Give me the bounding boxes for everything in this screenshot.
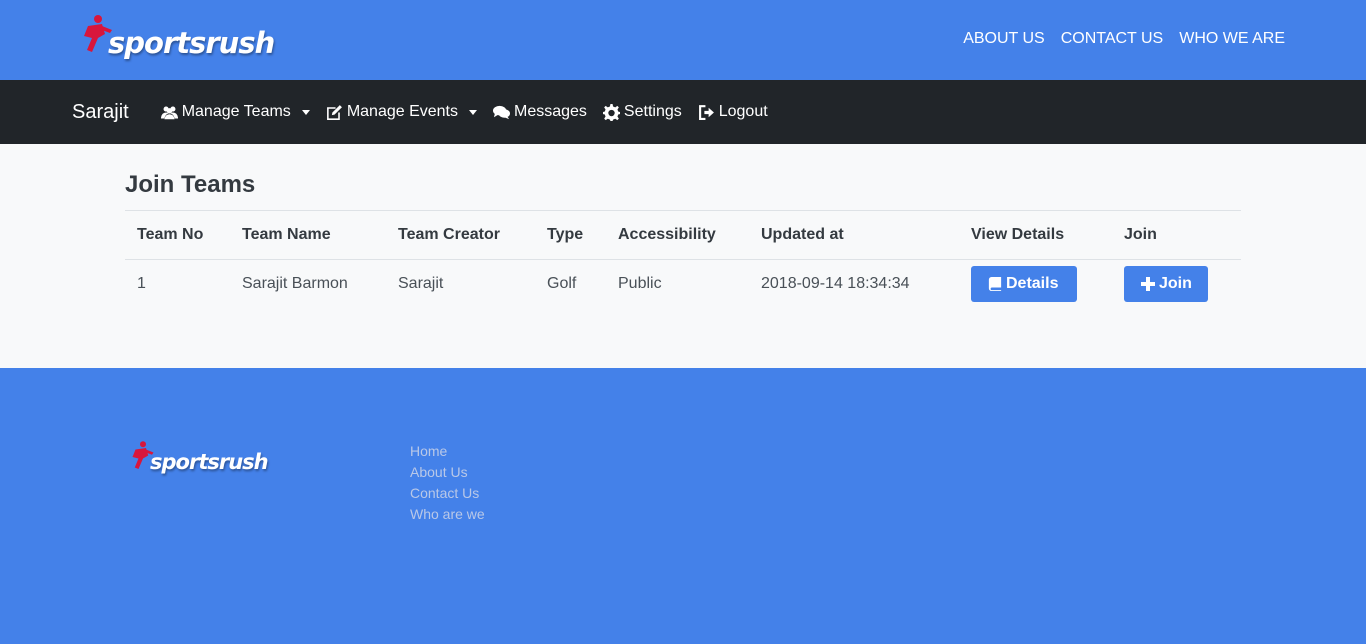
nav-messages[interactable]: Messages xyxy=(493,103,587,121)
footer-logo-wordmark: sportsrush xyxy=(150,450,269,474)
main-content: Join Teams Team No Team Name Team Creato… xyxy=(0,144,1366,368)
gear-icon xyxy=(602,103,620,121)
nav-who-we-are[interactable]: WHO WE ARE xyxy=(1179,30,1285,48)
join-button[interactable]: Join xyxy=(1124,265,1208,302)
table-header-row: Team No Team Name Team Creator Type Acce… xyxy=(125,210,1241,260)
details-button-label: Details xyxy=(1006,274,1059,292)
book-icon xyxy=(988,276,1002,291)
table-row: 1 Sarajit Barmon Sarajit Golf Public 201… xyxy=(125,260,1241,308)
caret-down-icon xyxy=(301,109,310,115)
nav-contact-us[interactable]: CONTACT US xyxy=(1061,30,1164,48)
footer-link-contact-us[interactable]: Contact Us xyxy=(410,483,485,504)
nav-settings-label: Settings xyxy=(623,103,682,120)
sportsrush-logo[interactable]: sportsrush xyxy=(78,14,275,64)
col-type: Type xyxy=(535,210,606,260)
join-button-label: Join xyxy=(1159,274,1192,292)
cell-team-name: Sarajit Barmon xyxy=(242,274,348,292)
edit-icon xyxy=(326,104,342,120)
comments-icon xyxy=(493,105,510,119)
footer-link-about-us[interactable]: About Us xyxy=(410,462,485,483)
nav-logout[interactable]: Logout xyxy=(698,103,768,121)
details-button[interactable]: Details xyxy=(971,265,1077,302)
footer-sportsrush-logo[interactable]: sportsrush xyxy=(128,440,278,480)
navbar-brand-username[interactable]: Sarajit xyxy=(72,101,129,124)
col-view-details: View Details xyxy=(959,210,1112,260)
cell-updated-at: 2018-09-14 18:34:34 xyxy=(761,274,910,292)
col-updated-at: Updated at xyxy=(749,210,959,260)
nav-messages-label: Messages xyxy=(514,103,587,120)
top-header: sportsrush ABOUT US CONTACT US WHO WE AR… xyxy=(0,0,1366,80)
users-icon xyxy=(160,106,178,119)
cell-join: Join xyxy=(1112,260,1241,308)
user-navbar: Sarajit Manage Teams Manage Events Messa… xyxy=(0,80,1366,144)
footer-link-home[interactable]: Home xyxy=(410,441,485,462)
plus-icon xyxy=(1141,276,1155,291)
sign-out-icon xyxy=(698,104,714,120)
footer-links: Home About Us Contact Us Who are we xyxy=(410,441,485,525)
footer-link-who-are-we[interactable]: Who are we xyxy=(410,504,485,525)
page-title: Join Teams xyxy=(125,171,256,198)
col-join: Join xyxy=(1112,210,1241,260)
footer: sportsrush Home About Us Contact Us Who … xyxy=(0,368,1366,644)
nav-settings[interactable]: Settings xyxy=(602,103,682,121)
join-teams-table: Team No Team Name Team Creator Type Acce… xyxy=(125,210,1241,308)
col-accessibility: Accessibility xyxy=(606,210,749,260)
cell-type: Golf xyxy=(547,274,577,292)
cell-team-creator: Sarajit xyxy=(398,274,444,292)
col-team-no: Team No xyxy=(125,210,230,260)
cell-accessibility: Public xyxy=(618,274,662,292)
caret-down-icon xyxy=(469,109,477,115)
top-nav: ABOUT US CONTACT US WHO WE ARE xyxy=(963,30,1285,48)
nav-manage-teams-label: Manage Teams xyxy=(181,103,291,120)
navbar-items: Manage Teams Manage Events Messages Sett… xyxy=(160,103,768,121)
cell-view-details: Details xyxy=(959,260,1112,308)
col-team-name: Team Name xyxy=(230,210,386,260)
logo-wordmark: sportsrush xyxy=(108,26,275,60)
col-team-creator: Team Creator xyxy=(386,210,535,260)
cell-team-no: 1 xyxy=(137,274,146,292)
nav-manage-events-label: Manage Events xyxy=(346,103,458,120)
nav-manage-teams[interactable]: Manage Teams xyxy=(160,103,310,121)
nav-about-us[interactable]: ABOUT US xyxy=(963,30,1045,48)
nav-manage-events[interactable]: Manage Events xyxy=(326,103,477,121)
nav-logout-label: Logout xyxy=(718,103,768,120)
